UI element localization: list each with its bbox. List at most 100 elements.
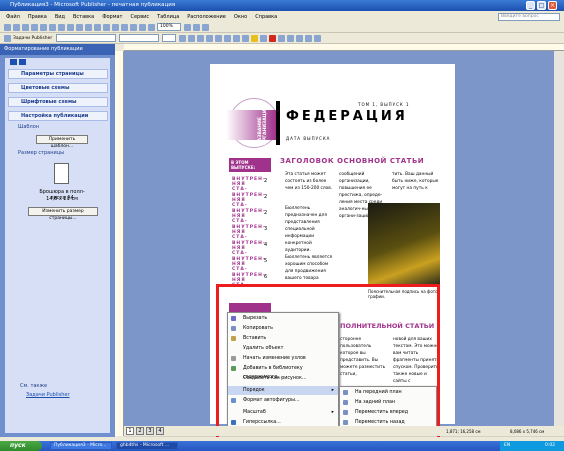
hyperlink-icon[interactable] [139,23,146,31]
cut-icon[interactable] [58,23,65,31]
language-indicator[interactable]: EN [504,443,510,448]
style-select[interactable] [56,34,117,42]
vertical-scrollbar[interactable] [554,51,564,426]
font-color-icon[interactable] [269,34,277,42]
change-page-size-button[interactable]: Изменить размер страницы... [28,207,98,221]
organization-name[interactable]: НАЗВАНИЕ ОРГАНИЗАЦИИ [258,105,268,145]
font-size-select[interactable] [162,34,177,42]
page-size-label: Размер страницы [18,150,65,156]
font-select[interactable] [119,34,160,42]
toc-item[interactable]: ВНУТРЕН-НЯЯ СТА- [232,193,265,208]
open-icon[interactable] [13,23,20,31]
preview-icon[interactable] [40,23,47,31]
dash-style-icon[interactable] [287,34,295,42]
italic-icon[interactable] [188,34,196,42]
arrow-style-icon[interactable] [296,34,304,42]
vertical-ruler [115,51,124,436]
masthead-title[interactable]: ФЕДЕРАЦИЯ [286,109,408,124]
help-icon[interactable] [202,23,209,31]
publisher-tasks-link[interactable]: Задачи Publisher [26,392,70,398]
task-pane-icon[interactable] [4,34,11,42]
3d-icon[interactable] [314,34,322,42]
send-backward-icon[interactable] [112,23,119,31]
print-icon[interactable] [31,23,38,31]
format-painter-icon[interactable] [148,23,155,31]
menu-arrange[interactable]: Расположение [187,14,226,20]
toc-page-number: 2 [264,178,268,184]
article-column-1a[interactable]: Эта статья может состоять из более чем и… [285,171,333,192]
align-center-icon[interactable] [215,34,223,42]
line-style-icon[interactable] [278,34,286,42]
menu-tools[interactable]: Сервис [130,14,149,20]
underline-icon[interactable] [197,34,205,42]
spelling-icon[interactable] [49,23,56,31]
help-search-input[interactable]: Введите вопрос [498,13,560,21]
menu-edit[interactable]: Правка [28,14,47,20]
menu-table[interactable]: Таблица [157,14,179,20]
masthead-bar [276,101,280,145]
maximize-button[interactable]: □ [537,1,546,10]
rotate-icon[interactable] [121,23,128,31]
menu-window[interactable]: Окно [234,14,247,20]
taskbar-item-word[interactable]: ghb4ths - Microsoft ... [116,442,178,450]
section-font-schemes[interactable]: Шрифтовые схемы [8,97,108,107]
page-tab-2[interactable]: 2 [136,427,144,435]
menu-help[interactable]: Справка [255,14,277,20]
status-coordinates: 1,871; 16,258 см [446,429,481,434]
toc-page-number: 6 [264,274,268,280]
bold-icon[interactable] [179,34,187,42]
section-page-options[interactable]: Параметры страницы [8,69,108,79]
close-button[interactable]: × [548,1,557,10]
back-icon[interactable] [10,59,17,65]
bring-forward-icon[interactable] [103,23,110,31]
taskbar-item-publisher[interactable]: Публикация3 - Micro... [50,442,112,450]
formatting-toolbar: Задачи Publisher [0,33,564,44]
toc-item[interactable]: ВНУТРЕН-НЯЯ СТА- [232,177,265,192]
in-this-issue-header[interactable]: В ЭТОМ ВЫПУСКЕ: [229,158,271,172]
forward-icon[interactable] [19,59,26,65]
zoom-in-icon[interactable] [193,23,200,31]
page-tab-1[interactable]: 1 [126,427,134,435]
zoom-select[interactable]: 100% [157,23,181,31]
menu-insert[interactable]: Вставка [73,14,94,20]
undo-icon[interactable] [85,23,92,31]
article-column-3[interactable]: тить. Ваш данный быть ниже, которые могу… [392,171,440,192]
new-icon[interactable] [4,23,11,31]
toc-item[interactable]: ВНУТРЕН-НЯЯ СТА- [232,241,265,256]
toc-item[interactable]: ВНУТРЕН-НЯЯ СТА- [232,257,265,272]
copy-icon[interactable] [67,23,74,31]
apply-template-button[interactable]: Применить шаблон... [36,135,88,149]
bullets-icon[interactable] [242,34,250,42]
minimize-button[interactable]: _ [526,1,535,10]
toc-page-number: 2 [264,210,268,216]
city-night-photo[interactable] [368,203,440,285]
toc-item[interactable]: ВНУТРЕН-НЯЯ СТА- [232,225,265,240]
redo-icon[interactable] [94,23,101,31]
task-pane-toggle[interactable]: Задачи Publisher [13,36,52,41]
menu-file[interactable]: Файл [6,14,20,20]
save-icon[interactable] [22,23,29,31]
columns-icon[interactable] [130,23,137,31]
menu-view[interactable]: Вид [55,14,65,20]
issue-number[interactable]: ТОМ 1, ВЫПУСК 1 [358,102,410,107]
horizontal-ruler [124,44,564,51]
align-right-icon[interactable] [224,34,232,42]
align-left-icon[interactable] [206,34,214,42]
line-color-icon[interactable] [260,34,268,42]
issue-date[interactable]: ДАТА ВЫПУСКА [286,136,330,141]
page-size-thumbnail [54,163,69,184]
section-publication-options[interactable]: Настройка публикации [8,111,108,121]
horizontal-scrollbar[interactable] [124,426,564,436]
paste-icon[interactable] [76,23,83,31]
page-tab-4[interactable]: 4 [156,427,164,435]
section-color-schemes[interactable]: Цветовые схемы [8,83,108,93]
numbering-icon[interactable] [233,34,241,42]
zoom-out-icon[interactable] [184,23,191,31]
shadow-icon[interactable] [305,34,313,42]
menu-format[interactable]: Формат [102,14,122,20]
toc-item[interactable]: ВНУТРЕН-НЯЯ СТА- [232,209,265,224]
fill-color-icon[interactable] [251,34,259,42]
main-headline[interactable]: ЗАГОЛОВОК ОСНОВНОЙ СТАТЬИ [280,157,424,165]
start-button[interactable]: пуск [0,441,42,451]
page-tab-3[interactable]: 3 [146,427,154,435]
